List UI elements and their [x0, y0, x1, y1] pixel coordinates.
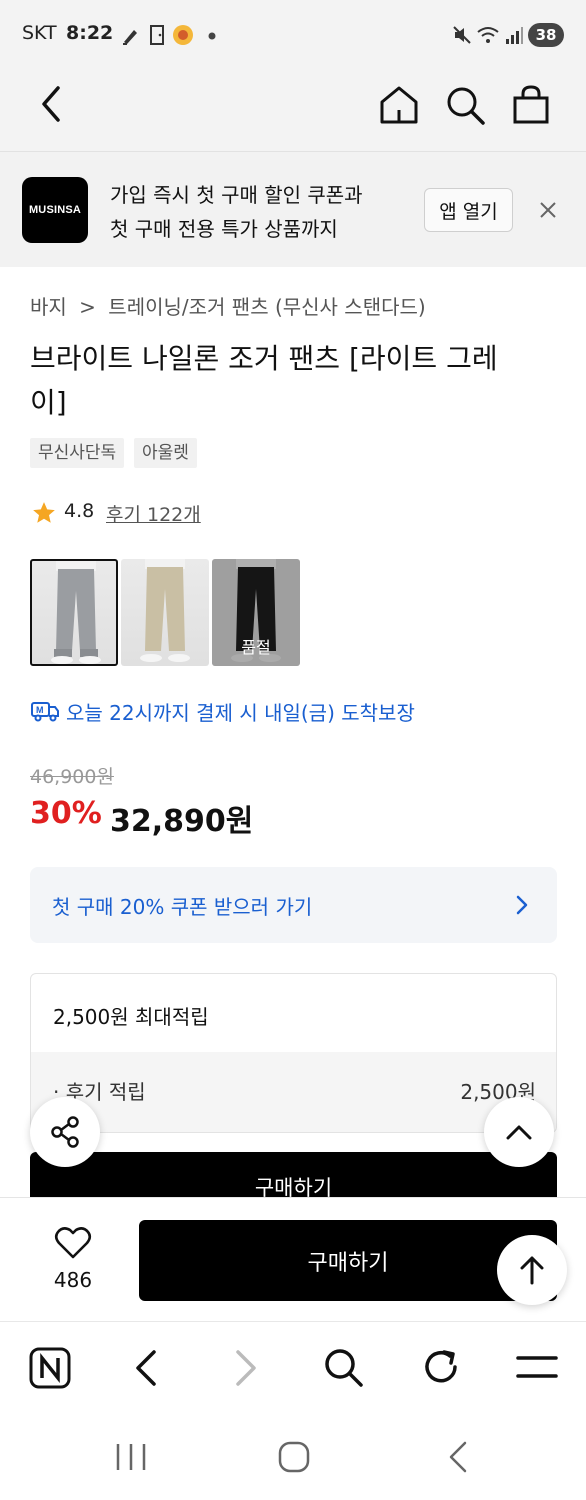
clock: 8:22: [66, 22, 114, 44]
reviews-link[interactable]: 후기 122개: [106, 500, 201, 527]
share-icon: [51, 1116, 79, 1148]
shopping-bag-icon[interactable]: [510, 84, 552, 126]
breadcrumb-subcategory[interactable]: 트레이닝/조거 팬츠 (무신사 스탠다드): [108, 295, 425, 319]
pen-notification-icon: [123, 30, 137, 45]
points-row: · 후기 적립 2,500원: [31, 1052, 556, 1132]
search-icon[interactable]: [444, 84, 486, 126]
buy-button[interactable]: 구매하기: [139, 1220, 557, 1301]
rating-value: 4.8: [64, 500, 95, 522]
svg-text:M: M: [36, 705, 44, 715]
delivery-guarantee-text: 오늘 22시까지 결제 시 내일(금) 도착보장: [66, 701, 415, 725]
breadcrumb-category[interactable]: 바지: [30, 295, 67, 319]
product-title-line1: 브라이트 나일론 조거 팬츠 [라이트 그레: [30, 342, 498, 375]
home-button-icon[interactable]: [277, 1440, 311, 1474]
tag-exclusive: 무신사단독: [30, 438, 125, 468]
points-title: 2,500원 최대적립: [53, 1005, 209, 1029]
color-option-black[interactable]: 품절: [212, 559, 300, 666]
star-icon: [33, 502, 55, 523]
naver-icon[interactable]: [29, 1347, 71, 1389]
browser-toolbar: [0, 1321, 586, 1411]
system-navigation-bar: [0, 1411, 586, 1500]
tag-outlet: 아울렛: [134, 438, 197, 468]
points-summary: 2,500원 최대적립 · 후기 적립 2,500원: [30, 973, 557, 1133]
first-purchase-coupon-button[interactable]: 첫 구매 20% 쿠폰 받으러 가기: [30, 867, 557, 943]
browser-search-icon[interactable]: [322, 1346, 364, 1388]
mute-icon: [453, 26, 471, 44]
musinsa-logo: MUSINSA: [22, 177, 88, 243]
battery-indicator: 38: [528, 23, 564, 47]
sale-price: 32,890원: [110, 804, 254, 839]
wifi-icon: [477, 27, 499, 43]
chevron-right-icon: [516, 895, 528, 915]
home-icon[interactable]: [378, 84, 420, 126]
status-bar: SKT 8:22 38: [0, 0, 586, 58]
close-icon[interactable]: [538, 200, 558, 220]
carrier-label: SKT: [22, 22, 57, 44]
more-notifications-dot-icon: [208, 32, 216, 40]
discount-rate: 30%: [30, 796, 102, 831]
site-header: [0, 58, 586, 152]
banner-text-line2: 첫 구매 전용 특가 상품까지: [110, 217, 338, 241]
menu-icon[interactable]: [516, 1354, 558, 1380]
recent-apps-icon[interactable]: [114, 1442, 148, 1472]
chevron-up-icon: [506, 1125, 532, 1140]
browser-forward-icon[interactable]: [232, 1349, 260, 1387]
heart-icon[interactable]: [54, 1226, 92, 1260]
delivery-truck-icon: M: [31, 702, 59, 722]
product-title-line2: 이]: [30, 386, 67, 419]
product-title: 브라이트 나일론 조거 팬츠 [라이트 그레 이]: [30, 337, 560, 425]
share-button[interactable]: [30, 1097, 100, 1167]
arrow-up-icon: [520, 1256, 544, 1285]
browser-back-icon[interactable]: [132, 1349, 160, 1387]
breadcrumb: 바지 > 트레이닝/조거 팬츠 (무신사 스탠다드): [30, 291, 426, 320]
back-icon[interactable]: [38, 84, 66, 124]
banner-text-line1: 가입 즉시 첫 구매 할인 쿠폰과: [110, 183, 363, 207]
app-notification-icon: [173, 25, 193, 45]
pants-image: [140, 559, 190, 662]
scroll-to-top-button[interactable]: [497, 1235, 567, 1305]
original-price: 46,900원: [30, 766, 114, 788]
breadcrumb-separator-icon: >: [79, 295, 96, 319]
coupon-label: 첫 구매 20% 쿠폰 받으러 가기: [52, 895, 313, 919]
like-count: 486: [53, 1268, 93, 1292]
open-app-button[interactable]: 앱 열기: [424, 188, 513, 232]
collapse-button[interactable]: [484, 1097, 554, 1167]
refresh-icon[interactable]: [420, 1346, 462, 1388]
color-option-light-gray[interactable]: [30, 559, 118, 666]
signal-icon: [506, 27, 523, 44]
soldout-label: 품절: [241, 638, 271, 657]
door-notification-icon: [150, 25, 164, 45]
color-option-beige[interactable]: [121, 559, 209, 666]
inline-buy-button[interactable]: 구매하기: [30, 1152, 557, 1200]
system-back-icon[interactable]: [446, 1440, 470, 1474]
pants-image: [51, 561, 101, 664]
